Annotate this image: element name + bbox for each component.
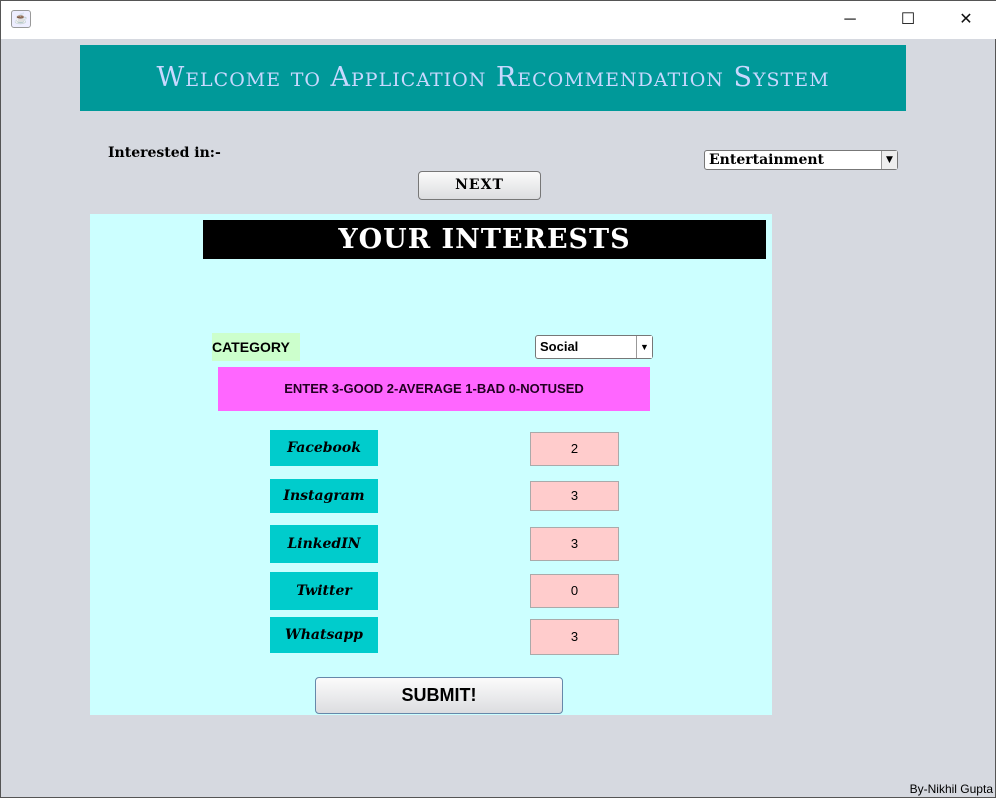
rating-input-linkedin[interactable]: 3 — [530, 527, 619, 561]
maximize-button[interactable]: ☐ — [879, 1, 937, 39]
interest-select-value: Entertainment — [709, 152, 825, 168]
panel-header: YOUR INTERESTS — [203, 220, 766, 259]
category-label: CATEGORY — [212, 333, 300, 361]
close-button[interactable]: ✕ — [937, 1, 995, 39]
minimize-button[interactable]: ─ — [821, 1, 879, 39]
chevron-down-icon: ▼ — [636, 336, 652, 358]
app-label-facebook: Facebook — [270, 430, 378, 466]
app-label-instagram: Instagram — [270, 479, 378, 513]
welcome-banner: Welcome to Application Recommendation Sy… — [80, 45, 906, 111]
rating-input-twitter[interactable]: 0 — [530, 574, 619, 608]
next-button[interactable]: NEXT — [418, 171, 541, 200]
chevron-down-icon: ▼ — [881, 151, 897, 169]
rating-instructions: ENTER 3-GOOD 2-AVERAGE 1-BAD 0-NOTUSED — [218, 367, 650, 411]
java-icon: ☕ — [11, 10, 31, 28]
app-label-linkedin: LinkedIN — [270, 525, 378, 563]
rating-input-facebook[interactable]: 2 — [530, 432, 619, 466]
category-select[interactable]: Social ▼ — [535, 335, 653, 359]
app-label-whatsapp: Whatsapp — [270, 617, 378, 653]
title-bar: ☕ ─ ☐ ✕ — [1, 1, 996, 39]
rating-input-whatsapp[interactable]: 3 — [530, 619, 619, 655]
author-credit: By-Nikhil Gupta — [909, 782, 993, 796]
rating-input-instagram[interactable]: 3 — [530, 481, 619, 511]
interests-panel: YOUR INTERESTS CATEGORY Social ▼ ENTER 3… — [90, 214, 772, 715]
category-select-value: Social — [540, 339, 579, 354]
interested-label: Interested in:- — [108, 145, 221, 161]
app-label-twitter: Twitter — [270, 572, 378, 610]
interest-select[interactable]: Entertainment ▼ — [704, 150, 898, 170]
submit-button[interactable]: SUBMIT! — [315, 677, 563, 714]
